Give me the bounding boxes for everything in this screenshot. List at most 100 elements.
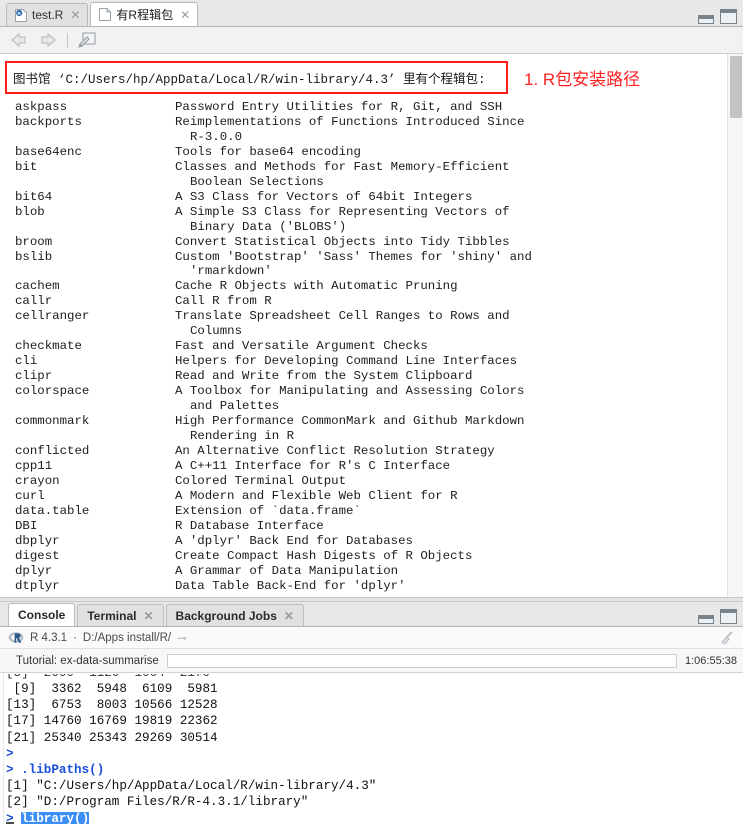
package-description-continuation: R-3.0.0 — [190, 129, 243, 144]
package-name[interactable]: base64enc — [0, 145, 175, 160]
package-name[interactable]: broom — [0, 235, 175, 250]
package-name[interactable]: cachem — [0, 279, 175, 294]
tab-close-icon[interactable]: ✕ — [282, 610, 294, 622]
package-row[interactable]: DBI R Database Interface — [0, 519, 727, 534]
package-list: askpass Password Entry Utilities for R, G… — [0, 100, 727, 597]
print-icon[interactable] — [78, 31, 98, 49]
r-script-icon: R — [15, 8, 27, 22]
package-row[interactable]: digest Create Compact Hash Digests of R O… — [0, 549, 727, 564]
package-description: Cache R Objects with Automatic Pruning — [175, 279, 458, 294]
package-row[interactable]: dtplyr Data Table Back-End for 'dplyr' — [0, 579, 727, 594]
package-row[interactable]: backports Reimplementations of Functions … — [0, 115, 727, 130]
package-row[interactable]: callr Call R from R — [0, 294, 727, 309]
package-name[interactable]: cpp11 — [0, 459, 175, 474]
console-selected-command: > library() — [6, 811, 743, 824]
package-name[interactable]: dtplyr — [0, 579, 175, 594]
package-name[interactable]: curl — [0, 489, 175, 504]
forward-arrow-icon[interactable] — [35, 32, 57, 48]
package-row[interactable]: dbplyr A 'dplyr' Back End for Databases — [0, 534, 727, 549]
r-version-separator: · — [73, 631, 77, 644]
clear-console-broom-icon[interactable] — [719, 631, 735, 645]
package-name[interactable]: conflicted — [0, 444, 175, 459]
package-name[interactable]: backports — [0, 115, 175, 130]
tab-label: test.R — [32, 8, 64, 22]
package-row[interactable]: colorspace A Toolbox for Manipulating and… — [0, 384, 727, 399]
package-row[interactable]: cli Helpers for Developing Command Line I… — [0, 354, 727, 369]
package-description: A Simple S3 Class for Representing Vecto… — [175, 204, 510, 219]
console-output[interactable]: [5] 2000 1120 1004 2170 [9] 3362 5948 61… — [0, 673, 743, 824]
source-tabstrip: R test.R ✕ 有R程辑包 ✕ — [0, 0, 743, 27]
package-row[interactable]: checkmate Fast and Versatile Argument Che… — [0, 339, 727, 354]
tab-terminal[interactable]: Terminal ✕ — [77, 604, 164, 626]
console-tabstrip-empty-area — [306, 602, 743, 626]
package-row[interactable]: commonmark High Performance CommonMark an… — [0, 414, 727, 429]
package-row[interactable]: data.table Extension of `data.frame` — [0, 504, 727, 519]
package-name[interactable]: crayon — [0, 474, 175, 489]
console-left-rail — [0, 673, 4, 824]
tab-console[interactable]: Console — [8, 603, 76, 626]
package-name[interactable]: callr — [0, 294, 175, 309]
tab-close-icon[interactable]: ✕ — [178, 9, 190, 21]
package-name[interactable]: checkmate — [0, 339, 175, 354]
package-name[interactable]: bslib — [0, 250, 175, 265]
package-row[interactable]: base64enc Tools for base64 encoding — [0, 145, 727, 160]
maximize-pane-icon[interactable] — [720, 9, 737, 24]
package-row[interactable]: crayon Colored Terminal Output — [0, 474, 727, 489]
tab-label: 有R程辑包 — [116, 8, 174, 22]
package-row[interactable]: cellranger Translate Spreadsheet Cell Ran… — [0, 309, 727, 324]
package-description: A C++11 Interface for R's C Interface — [175, 458, 451, 473]
package-description: Helpers for Developing Command Line Inte… — [175, 354, 518, 369]
console-prompt: > — [6, 746, 22, 761]
package-name[interactable]: commonmark — [0, 414, 175, 429]
package-description: Colored Terminal Output — [175, 473, 347, 488]
package-row[interactable]: askpass Password Entry Utilities for R, G… — [0, 100, 727, 115]
tabstrip-empty-area — [200, 0, 743, 26]
tab-background-jobs[interactable]: Background Jobs ✕ — [165, 604, 304, 626]
tab-test-r[interactable]: R test.R ✕ — [6, 3, 89, 26]
tab-close-icon[interactable]: ✕ — [141, 610, 153, 622]
package-name[interactable]: bit — [0, 160, 175, 175]
console-caret — [6, 822, 14, 824]
console-command-text: .libPaths() — [21, 763, 105, 778]
back-arrow-icon[interactable] — [10, 32, 32, 48]
minimize-pane-icon[interactable] — [698, 615, 714, 624]
minimize-pane-icon[interactable] — [698, 15, 714, 24]
package-row[interactable]: cachem Cache R Objects with Automatic Pru… — [0, 279, 727, 294]
tab-close-icon[interactable]: ✕ — [68, 9, 80, 21]
maximize-pane-icon[interactable] — [720, 609, 737, 624]
package-description: Data Table Back-End for 'dplyr' — [175, 578, 406, 593]
package-name[interactable]: askpass — [0, 100, 175, 115]
r-version-bar: R 4.3.1 · D:/Apps install/R/ ➞ — [0, 627, 743, 649]
package-description: Translate Spreadsheet Cell Ranges to Row… — [175, 309, 510, 324]
package-name[interactable]: cellranger — [0, 309, 175, 324]
package-row[interactable]: bslib Custom 'Bootstrap' 'Sass' Themes fo… — [0, 250, 727, 265]
package-row[interactable]: bit64 A S3 Class for Vectors of 64bit Int… — [0, 190, 727, 205]
package-row[interactable]: blob A Simple S3 Class for Representing V… — [0, 205, 727, 220]
package-description-continuation: Boolean Selections — [190, 174, 324, 189]
tab-r-packages[interactable]: 有R程辑包 ✕ — [90, 2, 199, 26]
package-row[interactable]: clipr Read and Write from the System Clip… — [0, 369, 727, 384]
help-scrollbar-thumb[interactable] — [730, 56, 742, 118]
package-name[interactable]: data.table — [0, 504, 175, 519]
package-row[interactable]: curl A Modern and Flexible Web Client for… — [0, 489, 727, 504]
package-name[interactable]: dbplyr — [0, 534, 175, 549]
package-name[interactable]: blob — [0, 205, 175, 220]
package-description: A Grammar of Data Manipulation — [175, 563, 399, 578]
help-scrollbar[interactable] — [727, 54, 743, 597]
package-row[interactable]: cpp11 A C++11 Interface for R's C Interfa… — [0, 459, 727, 474]
package-name[interactable]: colorspace — [0, 384, 175, 399]
package-row[interactable]: bit Classes and Methods for Fast Memory-E… — [0, 160, 727, 175]
package-description: A Modern and Flexible Web Client for R — [175, 488, 458, 503]
package-name[interactable]: DBI — [0, 519, 175, 534]
change-directory-arrow-icon[interactable]: ➞ — [177, 631, 187, 645]
package-name[interactable]: dplyr — [0, 564, 175, 579]
package-row[interactable]: dplyr A Grammar of Data Manipulation — [0, 564, 727, 579]
package-name[interactable]: bit64 — [0, 190, 175, 205]
package-name[interactable]: digest — [0, 549, 175, 564]
package-description: Classes and Methods for Fast Memory-Effi… — [175, 159, 510, 174]
package-row[interactable]: broom Convert Statistical Objects into Ti… — [0, 235, 727, 250]
tutorial-progress-bar[interactable] — [166, 653, 677, 668]
package-row[interactable]: conflicted An Alternative Conflict Resolu… — [0, 444, 727, 459]
package-name[interactable]: clipr — [0, 369, 175, 384]
package-name[interactable]: cli — [0, 354, 175, 369]
